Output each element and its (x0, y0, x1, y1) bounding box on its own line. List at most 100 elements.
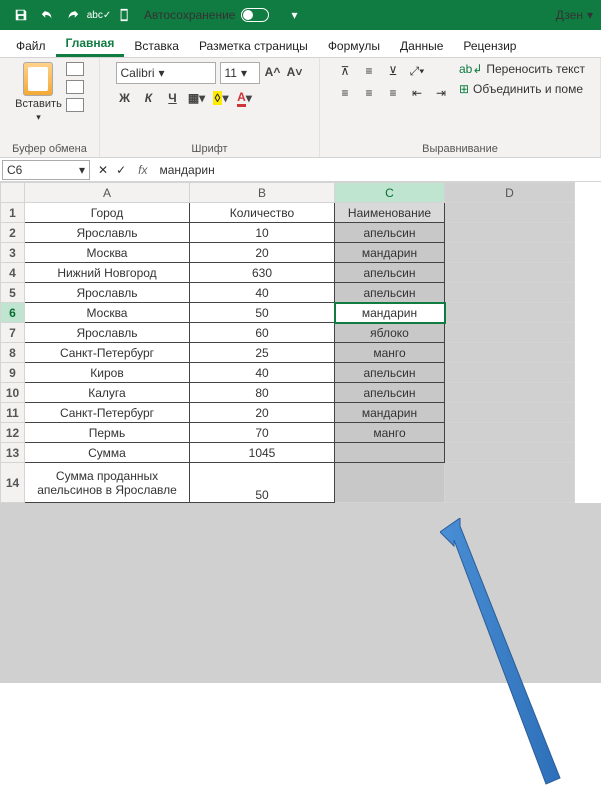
cell[interactable] (445, 423, 575, 443)
indent-increase-icon[interactable]: ⇥ (431, 84, 451, 102)
border-button[interactable]: ▦▾ (188, 88, 206, 108)
cell[interactable] (445, 203, 575, 223)
cell[interactable]: Нижний Новгород (25, 263, 190, 283)
align-left-icon[interactable]: ≡ (335, 84, 355, 102)
cell[interactable] (445, 263, 575, 283)
cell[interactable]: Пермь (25, 423, 190, 443)
col-header-a[interactable]: A (25, 183, 190, 203)
cell[interactable]: 630 (190, 263, 335, 283)
spellcheck-icon[interactable]: abc✓ (86, 2, 112, 28)
cell[interactable]: Санкт-Петербург (25, 343, 190, 363)
autosave-toggle[interactable]: Автосохранение (144, 8, 269, 22)
cut-icon[interactable] (66, 62, 84, 76)
cell[interactable]: апельсин (335, 263, 445, 283)
cell[interactable]: Санкт-Петербург (25, 403, 190, 423)
cell[interactable]: 50 (190, 463, 335, 503)
row-header[interactable]: 7 (1, 323, 25, 343)
cell[interactable] (335, 443, 445, 463)
undo-icon[interactable] (34, 2, 60, 28)
cell[interactable]: 40 (190, 363, 335, 383)
col-header-d[interactable]: D (445, 183, 575, 203)
decrease-font-icon[interactable]: A˅ (286, 62, 304, 82)
cell[interactable]: Наименование (335, 203, 445, 223)
fx-icon[interactable]: fx (132, 163, 153, 177)
name-box[interactable]: C6▾ (2, 160, 90, 180)
cell[interactable]: 70 (190, 423, 335, 443)
cell[interactable] (445, 223, 575, 243)
tab-formulas[interactable]: Формулы (318, 35, 390, 57)
cell[interactable]: апельсин (335, 363, 445, 383)
cell[interactable]: Сумма (25, 443, 190, 463)
row-header[interactable]: 6 (1, 303, 25, 323)
paste-button[interactable]: Вставить ▾ (15, 62, 62, 123)
col-header-c[interactable]: C (335, 183, 445, 203)
cell[interactable]: 40 (190, 283, 335, 303)
indent-decrease-icon[interactable]: ⇤ (407, 84, 427, 102)
cell[interactable]: Сумма проданных апельсинов в Ярославле (25, 463, 190, 503)
switch-icon[interactable] (241, 8, 269, 22)
touch-mode-icon[interactable] (112, 2, 138, 28)
cell[interactable]: Ярославль (25, 283, 190, 303)
align-right-icon[interactable]: ≡ (383, 84, 403, 102)
tab-home[interactable]: Главная (56, 32, 125, 57)
tab-insert[interactable]: Вставка (124, 35, 189, 57)
tab-data[interactable]: Данные (390, 35, 453, 57)
cell[interactable] (445, 303, 575, 323)
merge-button[interactable]: ⊞ Объединить и поме (459, 82, 585, 96)
increase-font-icon[interactable]: A^ (264, 62, 282, 82)
cell[interactable]: 25 (190, 343, 335, 363)
cell[interactable] (445, 363, 575, 383)
bold-button[interactable]: Ж (116, 88, 134, 108)
orientation-icon[interactable]: ⤢▾ (407, 62, 427, 80)
cell[interactable] (445, 283, 575, 303)
row-header[interactable]: 2 (1, 223, 25, 243)
cell[interactable]: 10 (190, 223, 335, 243)
cell[interactable]: манго (335, 423, 445, 443)
row-header[interactable]: 3 (1, 243, 25, 263)
font-color-button[interactable]: А▾ (236, 88, 254, 108)
cell[interactable]: Москва (25, 303, 190, 323)
italic-button[interactable]: К (140, 88, 158, 108)
cell[interactable]: Ярославль (25, 323, 190, 343)
cell[interactable]: 50 (190, 303, 335, 323)
align-center-icon[interactable]: ≡ (359, 84, 379, 102)
qat-dropdown-icon[interactable]: ▾ (281, 2, 307, 28)
cell[interactable] (445, 443, 575, 463)
cell[interactable]: яблоко (335, 323, 445, 343)
cell[interactable]: апельсин (335, 283, 445, 303)
wrap-text-button[interactable]: ab↲ Переносить текст (459, 62, 585, 76)
cell[interactable]: мандарин (335, 403, 445, 423)
col-header-b[interactable]: B (190, 183, 335, 203)
row-header[interactable]: 12 (1, 423, 25, 443)
tab-file[interactable]: Файл (6, 35, 56, 57)
row-header[interactable]: 4 (1, 263, 25, 283)
cell[interactable]: Количество (190, 203, 335, 223)
cell[interactable]: апельсин (335, 383, 445, 403)
cell[interactable] (445, 403, 575, 423)
worksheet-grid[interactable]: A B C D 1 Город Количество Наименование … (0, 182, 575, 503)
empty-grid-area[interactable] (0, 503, 601, 683)
row-header[interactable]: 11 (1, 403, 25, 423)
row-header[interactable]: 8 (1, 343, 25, 363)
align-top-icon[interactable]: ⊼ (335, 62, 355, 80)
cell[interactable]: 80 (190, 383, 335, 403)
row-header[interactable]: 13 (1, 443, 25, 463)
row-header[interactable]: 10 (1, 383, 25, 403)
cell[interactable]: 60 (190, 323, 335, 343)
cell[interactable]: манго (335, 343, 445, 363)
cell[interactable] (445, 323, 575, 343)
cell[interactable]: Ярославль (25, 223, 190, 243)
user-menu[interactable]: Дзен ▾ (556, 8, 593, 22)
cell[interactable]: апельсин (335, 223, 445, 243)
row-header[interactable]: 1 (1, 203, 25, 223)
cell[interactable]: Киров (25, 363, 190, 383)
cancel-formula-icon[interactable]: ✕ (98, 163, 108, 177)
cell[interactable]: Калуга (25, 383, 190, 403)
cell[interactable]: 1045 (190, 443, 335, 463)
cell[interactable] (445, 463, 575, 503)
accept-formula-icon[interactable]: ✓ (116, 163, 126, 177)
cell[interactable] (445, 343, 575, 363)
font-size-select[interactable]: 11▾ (220, 62, 260, 84)
save-icon[interactable] (8, 2, 34, 28)
cell[interactable] (335, 463, 445, 503)
